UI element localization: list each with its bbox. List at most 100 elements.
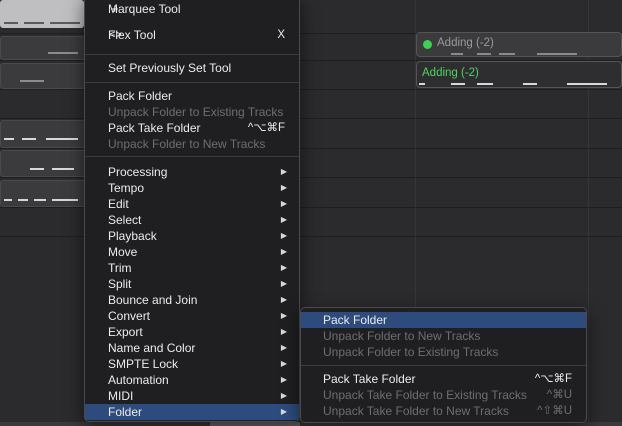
clip-note	[48, 52, 78, 54]
clip-note	[18, 199, 28, 201]
menu-item-select[interactable]: Select ▶	[85, 212, 299, 228]
menu-separator	[301, 365, 586, 366]
menu-item-label: Export	[108, 325, 143, 339]
menu-separator	[85, 156, 299, 157]
region-open[interactable]: Adding (-2)	[416, 61, 622, 88]
submenu-arrow-icon: ▶	[280, 199, 287, 208]
menu-item-folder[interactable]: Folder ▶	[85, 404, 299, 420]
menu-item[interactable]: Pack Take Folder ^⌥⌘F	[85, 120, 299, 136]
region-label: Adding (-2)	[422, 67, 479, 79]
region-note	[567, 83, 607, 85]
submenu-arrow-icon: ▶	[280, 391, 287, 400]
shortcut-label: ^⌥⌘F	[534, 373, 572, 385]
menu-item-processing[interactable]: Processing ▶	[85, 164, 299, 180]
menu-item-label: Unpack Folder to Existing Tracks	[108, 105, 284, 119]
menu-item-bounce-and-join[interactable]: Bounce and Join ▶	[85, 292, 299, 308]
submenu-arrow-icon: ▶	[280, 263, 287, 272]
menu-item[interactable]: Pack Folder	[85, 88, 299, 104]
context-menu: + Marquee Tool <> Flex Tool X Set Previously …	[84, 0, 300, 422]
menu-item-label: Trim	[108, 261, 132, 275]
menu-item-smpte-lock[interactable]: SMPTE Lock ▶	[85, 356, 299, 372]
menu-item-label: Automation	[108, 373, 169, 387]
menu-item-midi[interactable]: MIDI ▶	[85, 388, 299, 404]
menu-separator	[85, 82, 299, 83]
clip-region[interactable]	[0, 120, 86, 148]
menu-item-label: SMPTE Lock	[108, 357, 179, 371]
clip-note	[4, 22, 18, 24]
submenu-arrow-icon: ▶	[280, 407, 287, 416]
region-note	[537, 53, 577, 55]
menu-item-label: Convert	[108, 309, 151, 323]
menu-item-set-previous-tool[interactable]: Set Previously Set Tool	[85, 60, 299, 76]
region-note	[451, 83, 465, 85]
submenu-item: Unpack Folder to Existing Tracks	[301, 344, 586, 360]
clip-region[interactable]	[0, 180, 86, 207]
menu-item: Unpack Folder to New Tracks	[85, 136, 299, 152]
clip-note	[22, 138, 36, 140]
region-note	[477, 53, 491, 55]
menu-item-label: Bounce and Join	[108, 293, 198, 307]
shortcut-label: ^⌘U	[546, 389, 572, 401]
menu-item-label: Tempo	[108, 181, 145, 195]
clip-note	[4, 199, 12, 201]
menu-item-playback[interactable]: Playback ▶	[85, 228, 299, 244]
menu-item-label: Name and Color	[108, 341, 196, 355]
submenu-arrow-icon: ▶	[280, 167, 287, 176]
menu-item-split[interactable]: Split ▶	[85, 276, 299, 292]
submenu-item-label: Unpack Take Folder to Existing Tracks	[323, 388, 527, 402]
region-note	[451, 53, 463, 55]
menu-item-automation[interactable]: Automation ▶	[85, 372, 299, 388]
shortcut-label: ^⌥⌘F	[247, 122, 285, 134]
menu-item-label: Move	[108, 245, 138, 259]
menu-item-convert[interactable]: Convert ▶	[85, 308, 299, 324]
menu-item-label: MIDI	[108, 389, 134, 403]
menu-item-label: Select	[108, 213, 142, 227]
menu-item-label: Folder	[108, 405, 143, 419]
region-note	[523, 83, 537, 85]
menu-item-label: Pack Take Folder	[108, 121, 201, 135]
shortcut-label: ^⇧⌘U	[537, 405, 572, 417]
submenu-item: Unpack Folder to New Tracks	[301, 328, 586, 344]
submenu-arrow-icon: ▶	[280, 247, 287, 256]
clip-note	[34, 199, 46, 201]
menu-item-export[interactable]: Export ▶	[85, 324, 299, 340]
submenu-arrow-icon: ▶	[280, 295, 287, 304]
shortcut-label: X	[277, 29, 285, 41]
submenu-item: Unpack Take Folder to New Tracks ^⇧⌘U	[301, 403, 586, 419]
region-label: Adding (-2)	[437, 37, 494, 49]
scrollbar-thumb[interactable]	[210, 422, 300, 426]
menu-item-edit[interactable]: Edit ▶	[85, 196, 299, 212]
region-note	[419, 83, 425, 85]
clip-note	[52, 168, 74, 170]
clip-region[interactable]	[0, 63, 86, 89]
menu-item: Unpack Folder to Existing Tracks	[85, 104, 299, 120]
folder-submenu: Pack Folder Unpack Folder to New Tracks Un…	[300, 307, 587, 423]
menu-item-label: Edit	[108, 197, 129, 211]
menu-item-label: Set Previously Set Tool	[108, 61, 232, 75]
menu-item-label: Split	[108, 277, 132, 291]
clip-note	[20, 80, 44, 82]
submenu-item[interactable]: Pack Take Folder ^⌥⌘F	[301, 371, 586, 387]
menu-item-label: Processing	[108, 165, 168, 179]
clip-note	[50, 22, 80, 24]
submenu-item-label: Unpack Folder to Existing Tracks	[323, 345, 499, 359]
menu-item-move[interactable]: Move ▶	[85, 244, 299, 260]
submenu-item-label: Pack Folder	[323, 313, 388, 327]
submenu-arrow-icon: ▶	[280, 359, 287, 368]
submenu-arrow-icon: ▶	[280, 279, 287, 288]
clip-region[interactable]	[0, 36, 86, 60]
submenu-arrow-icon: ▶	[280, 183, 287, 192]
menu-item-label: Marquee Tool	[108, 2, 181, 16]
submenu-item: Unpack Take Folder to Existing Tracks ^⌘U	[301, 387, 586, 403]
submenu-item[interactable]: Pack Folder	[301, 312, 586, 328]
menu-item-tempo[interactable]: Tempo ▶	[85, 180, 299, 196]
menu-item-trim[interactable]: Trim ▶	[85, 260, 299, 276]
clip-note	[4, 138, 14, 140]
menu-item-label: Playback	[108, 229, 157, 243]
menu-item-label: Unpack Folder to New Tracks	[108, 137, 266, 151]
menu-item-name-and-color[interactable]: Name and Color ▶	[85, 340, 299, 356]
clip-region[interactable]	[0, 150, 86, 177]
menu-item-tool[interactable]: + Marquee Tool	[85, 1, 299, 17]
region-collapsed[interactable]: Adding (-2)	[416, 32, 622, 57]
menu-item-tool[interactable]: <> Flex Tool X	[85, 27, 299, 43]
